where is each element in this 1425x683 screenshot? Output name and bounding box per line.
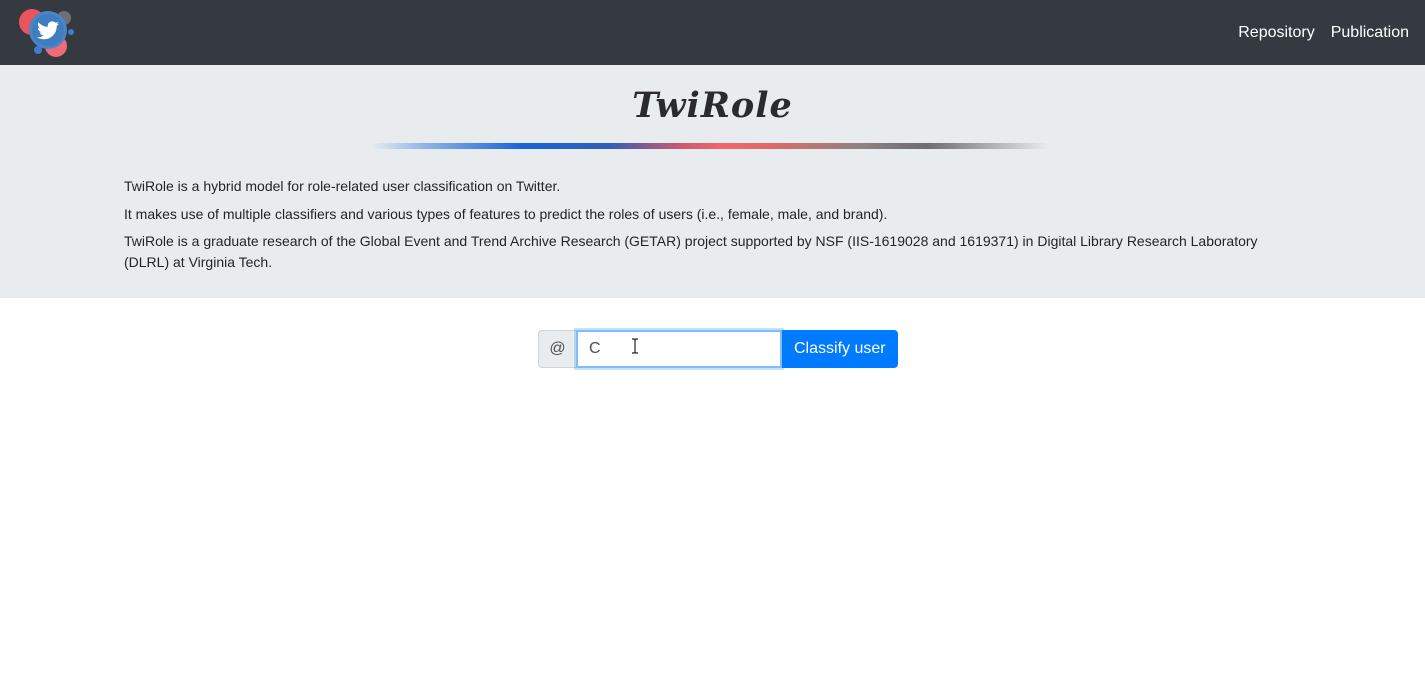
username-input[interactable] — [576, 330, 782, 368]
description-paragraph-1: TwiRole is a hybrid model for role-relat… — [124, 178, 561, 194]
title-divider — [371, 143, 1049, 149]
top-navbar: Repository Publication — [0, 0, 1425, 65]
description-paragraph-2: It makes use of multiple classifiers and… — [124, 206, 888, 222]
hero-jumbotron: TwiRole TwiRole is a hybrid model for ro… — [0, 65, 1425, 298]
nav-link-publication[interactable]: Publication — [1331, 24, 1409, 42]
twitter-bird-icon[interactable] — [18, 2, 80, 62]
nav-links: Repository Publication — [1238, 0, 1409, 65]
page-title: TwiRole — [632, 85, 793, 126]
text-cursor-icon — [632, 338, 638, 354]
classify-form: @ Classify user — [538, 330, 898, 368]
nav-link-repository[interactable]: Repository — [1238, 24, 1314, 42]
classify-user-button[interactable]: Classify user — [782, 330, 898, 368]
at-prefix: @ — [538, 330, 576, 368]
description-paragraph-3: TwiRole is a graduate research of the Gl… — [124, 233, 1258, 270]
